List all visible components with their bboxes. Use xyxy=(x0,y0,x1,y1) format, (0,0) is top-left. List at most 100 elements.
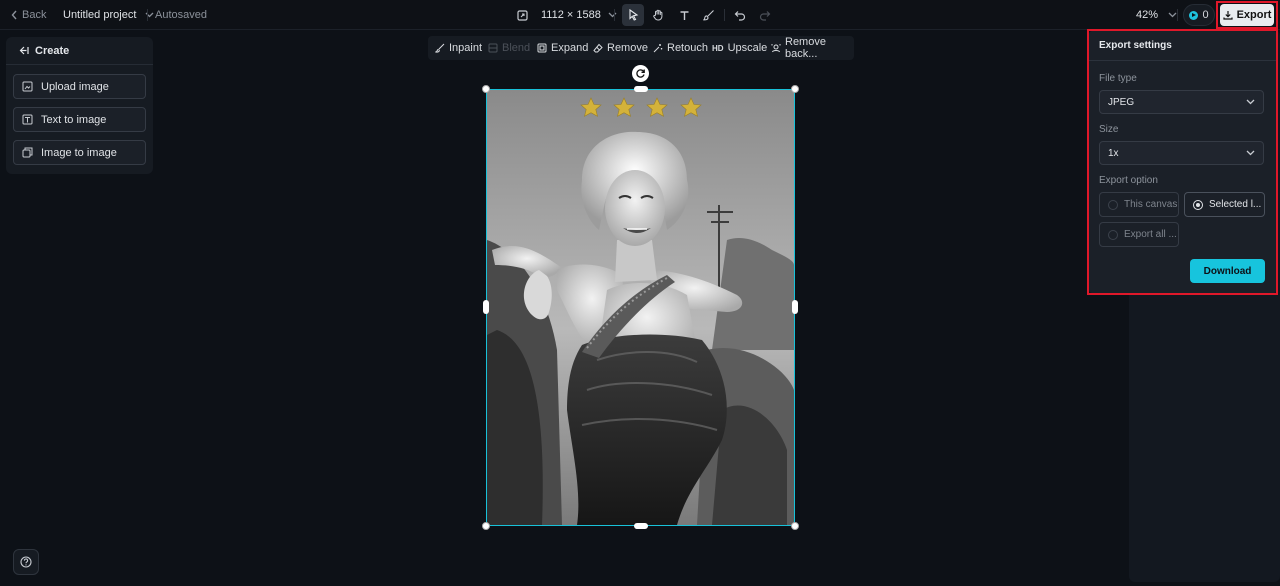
this-canvas-label: This canvas xyxy=(1124,199,1178,210)
canvas-image[interactable] xyxy=(486,89,795,526)
chevron-left-icon xyxy=(11,10,18,20)
resize-handle-right[interactable] xyxy=(792,300,798,314)
export-button[interactable]: Export xyxy=(1220,4,1274,26)
upload-image-button[interactable]: Upload image xyxy=(13,74,146,99)
credits-count: 0 xyxy=(1202,9,1209,21)
text-icon xyxy=(679,10,690,21)
radio-selected-icon xyxy=(1193,199,1203,210)
resize-handle-top-right[interactable] xyxy=(791,85,799,93)
resize-handle-top[interactable] xyxy=(634,86,648,92)
file-type-select[interactable]: JPEG xyxy=(1099,90,1264,114)
portrait-photo xyxy=(487,90,794,525)
create-panel: Create Upload image Text to image Image … xyxy=(6,37,153,174)
resize-handle-bottom-right[interactable] xyxy=(791,522,799,530)
hd-icon: HD xyxy=(712,43,724,53)
export-label: Export xyxy=(1236,9,1272,21)
remove-button[interactable]: Remove xyxy=(593,36,648,60)
file-type-value: JPEG xyxy=(1108,96,1135,108)
inpaint-button[interactable]: Inpaint xyxy=(435,36,482,60)
zoom-dropdown[interactable]: 42% xyxy=(1136,0,1177,30)
eraser-icon xyxy=(593,43,603,53)
selected-layers-option[interactable]: Selected l... xyxy=(1184,192,1265,217)
text-tool-button[interactable] xyxy=(673,4,695,26)
project-title: Untitled project xyxy=(63,9,137,21)
back-button[interactable]: Back xyxy=(11,0,46,30)
download-icon xyxy=(1222,10,1233,20)
expand-button[interactable]: Expand xyxy=(537,36,588,60)
hand-tool-button[interactable] xyxy=(647,4,669,26)
rotate-icon xyxy=(635,68,646,79)
project-title-dropdown[interactable]: Untitled project xyxy=(63,0,154,30)
upload-image-label: Upload image xyxy=(41,80,109,93)
export-settings-panel: Export settings File type JPEG Size 1x E… xyxy=(1089,31,1276,293)
divider xyxy=(614,9,615,21)
magic-wand-icon xyxy=(653,43,663,53)
image-to-image-label: Image to image xyxy=(41,146,117,159)
radio-unselected-icon xyxy=(1108,229,1118,240)
canvas-size-dropdown[interactable]: 1112 × 1588 xyxy=(517,0,617,30)
undo-icon xyxy=(734,10,746,21)
text-to-image-label: Text to image xyxy=(41,113,107,126)
size-select[interactable]: 1x xyxy=(1099,141,1264,165)
blend-button[interactable]: Blend xyxy=(488,36,530,60)
rotate-handle[interactable] xyxy=(632,65,649,82)
zoom-level: 42% xyxy=(1136,9,1159,21)
size-value: 1x xyxy=(1108,147,1119,159)
help-button[interactable] xyxy=(13,549,39,575)
select-tool-button[interactable] xyxy=(622,4,644,26)
resize-handle-top-left[interactable] xyxy=(482,85,490,93)
size-label: Size xyxy=(1099,124,1119,135)
redo-button[interactable] xyxy=(754,4,776,26)
create-panel-title: Create xyxy=(35,44,70,57)
resize-handle-bottom[interactable] xyxy=(634,523,648,529)
export-all-label: Export all ... xyxy=(1124,229,1177,240)
expand-icon xyxy=(537,43,547,53)
download-button[interactable]: Download xyxy=(1190,259,1265,283)
this-canvas-option[interactable]: This canvas xyxy=(1099,192,1179,217)
retouch-label: Retouch xyxy=(667,42,708,54)
inpaint-label: Inpaint xyxy=(449,42,483,54)
upscale-button[interactable]: HD Upscale xyxy=(712,36,767,60)
credits-badge[interactable]: 0 xyxy=(1183,4,1215,26)
selected-layers-label: Selected l... xyxy=(1209,199,1262,210)
file-type-label: File type xyxy=(1099,73,1137,84)
chevron-down-icon xyxy=(1246,99,1255,105)
resize-handle-bottom-left[interactable] xyxy=(482,522,490,530)
text-to-image-button[interactable]: Text to image xyxy=(13,107,146,132)
retouch-button[interactable]: Retouch xyxy=(653,36,708,60)
edit-toolbar: Inpaint Blend Expand Remove Retouch HD U… xyxy=(428,36,854,60)
credit-icon xyxy=(1189,10,1199,20)
resize-icon xyxy=(517,9,528,21)
create-panel-header[interactable]: Create xyxy=(6,37,153,65)
image-to-image-icon xyxy=(22,147,33,158)
export-option-label: Export option xyxy=(1099,175,1158,186)
inpaint-icon xyxy=(435,43,445,53)
chevron-down-icon xyxy=(1168,12,1177,18)
remove-background-button[interactable]: Remove back... xyxy=(771,36,854,60)
top-bar: Back Untitled project Autosaved 1112 × 1… xyxy=(0,0,1280,30)
chevron-down-icon xyxy=(1246,150,1255,156)
upscale-label: Upscale xyxy=(727,42,768,54)
hand-icon xyxy=(652,9,664,21)
remove-label: Remove xyxy=(607,42,648,54)
brush-icon xyxy=(703,9,715,21)
divider xyxy=(724,9,725,21)
divider xyxy=(1089,60,1276,61)
remove-background-icon xyxy=(771,43,781,53)
radio-unselected-icon xyxy=(1108,199,1118,210)
upload-image-icon xyxy=(22,81,33,92)
resize-handle-left[interactable] xyxy=(483,300,489,314)
undo-button[interactable] xyxy=(729,4,751,26)
image-to-image-button[interactable]: Image to image xyxy=(13,140,146,165)
divider xyxy=(1177,9,1178,21)
export-all-option[interactable]: Export all ... xyxy=(1099,222,1179,247)
blend-label: Blend xyxy=(502,42,531,54)
redo-icon xyxy=(759,10,771,21)
chevron-down-icon xyxy=(608,12,617,18)
arrow-left-icon xyxy=(19,46,29,55)
divider xyxy=(147,9,148,21)
brush-tool-button[interactable] xyxy=(698,4,720,26)
pointer-icon xyxy=(628,9,639,21)
export-settings-title: Export settings xyxy=(1099,40,1172,51)
canvas-size: 1112 × 1588 xyxy=(541,9,601,21)
